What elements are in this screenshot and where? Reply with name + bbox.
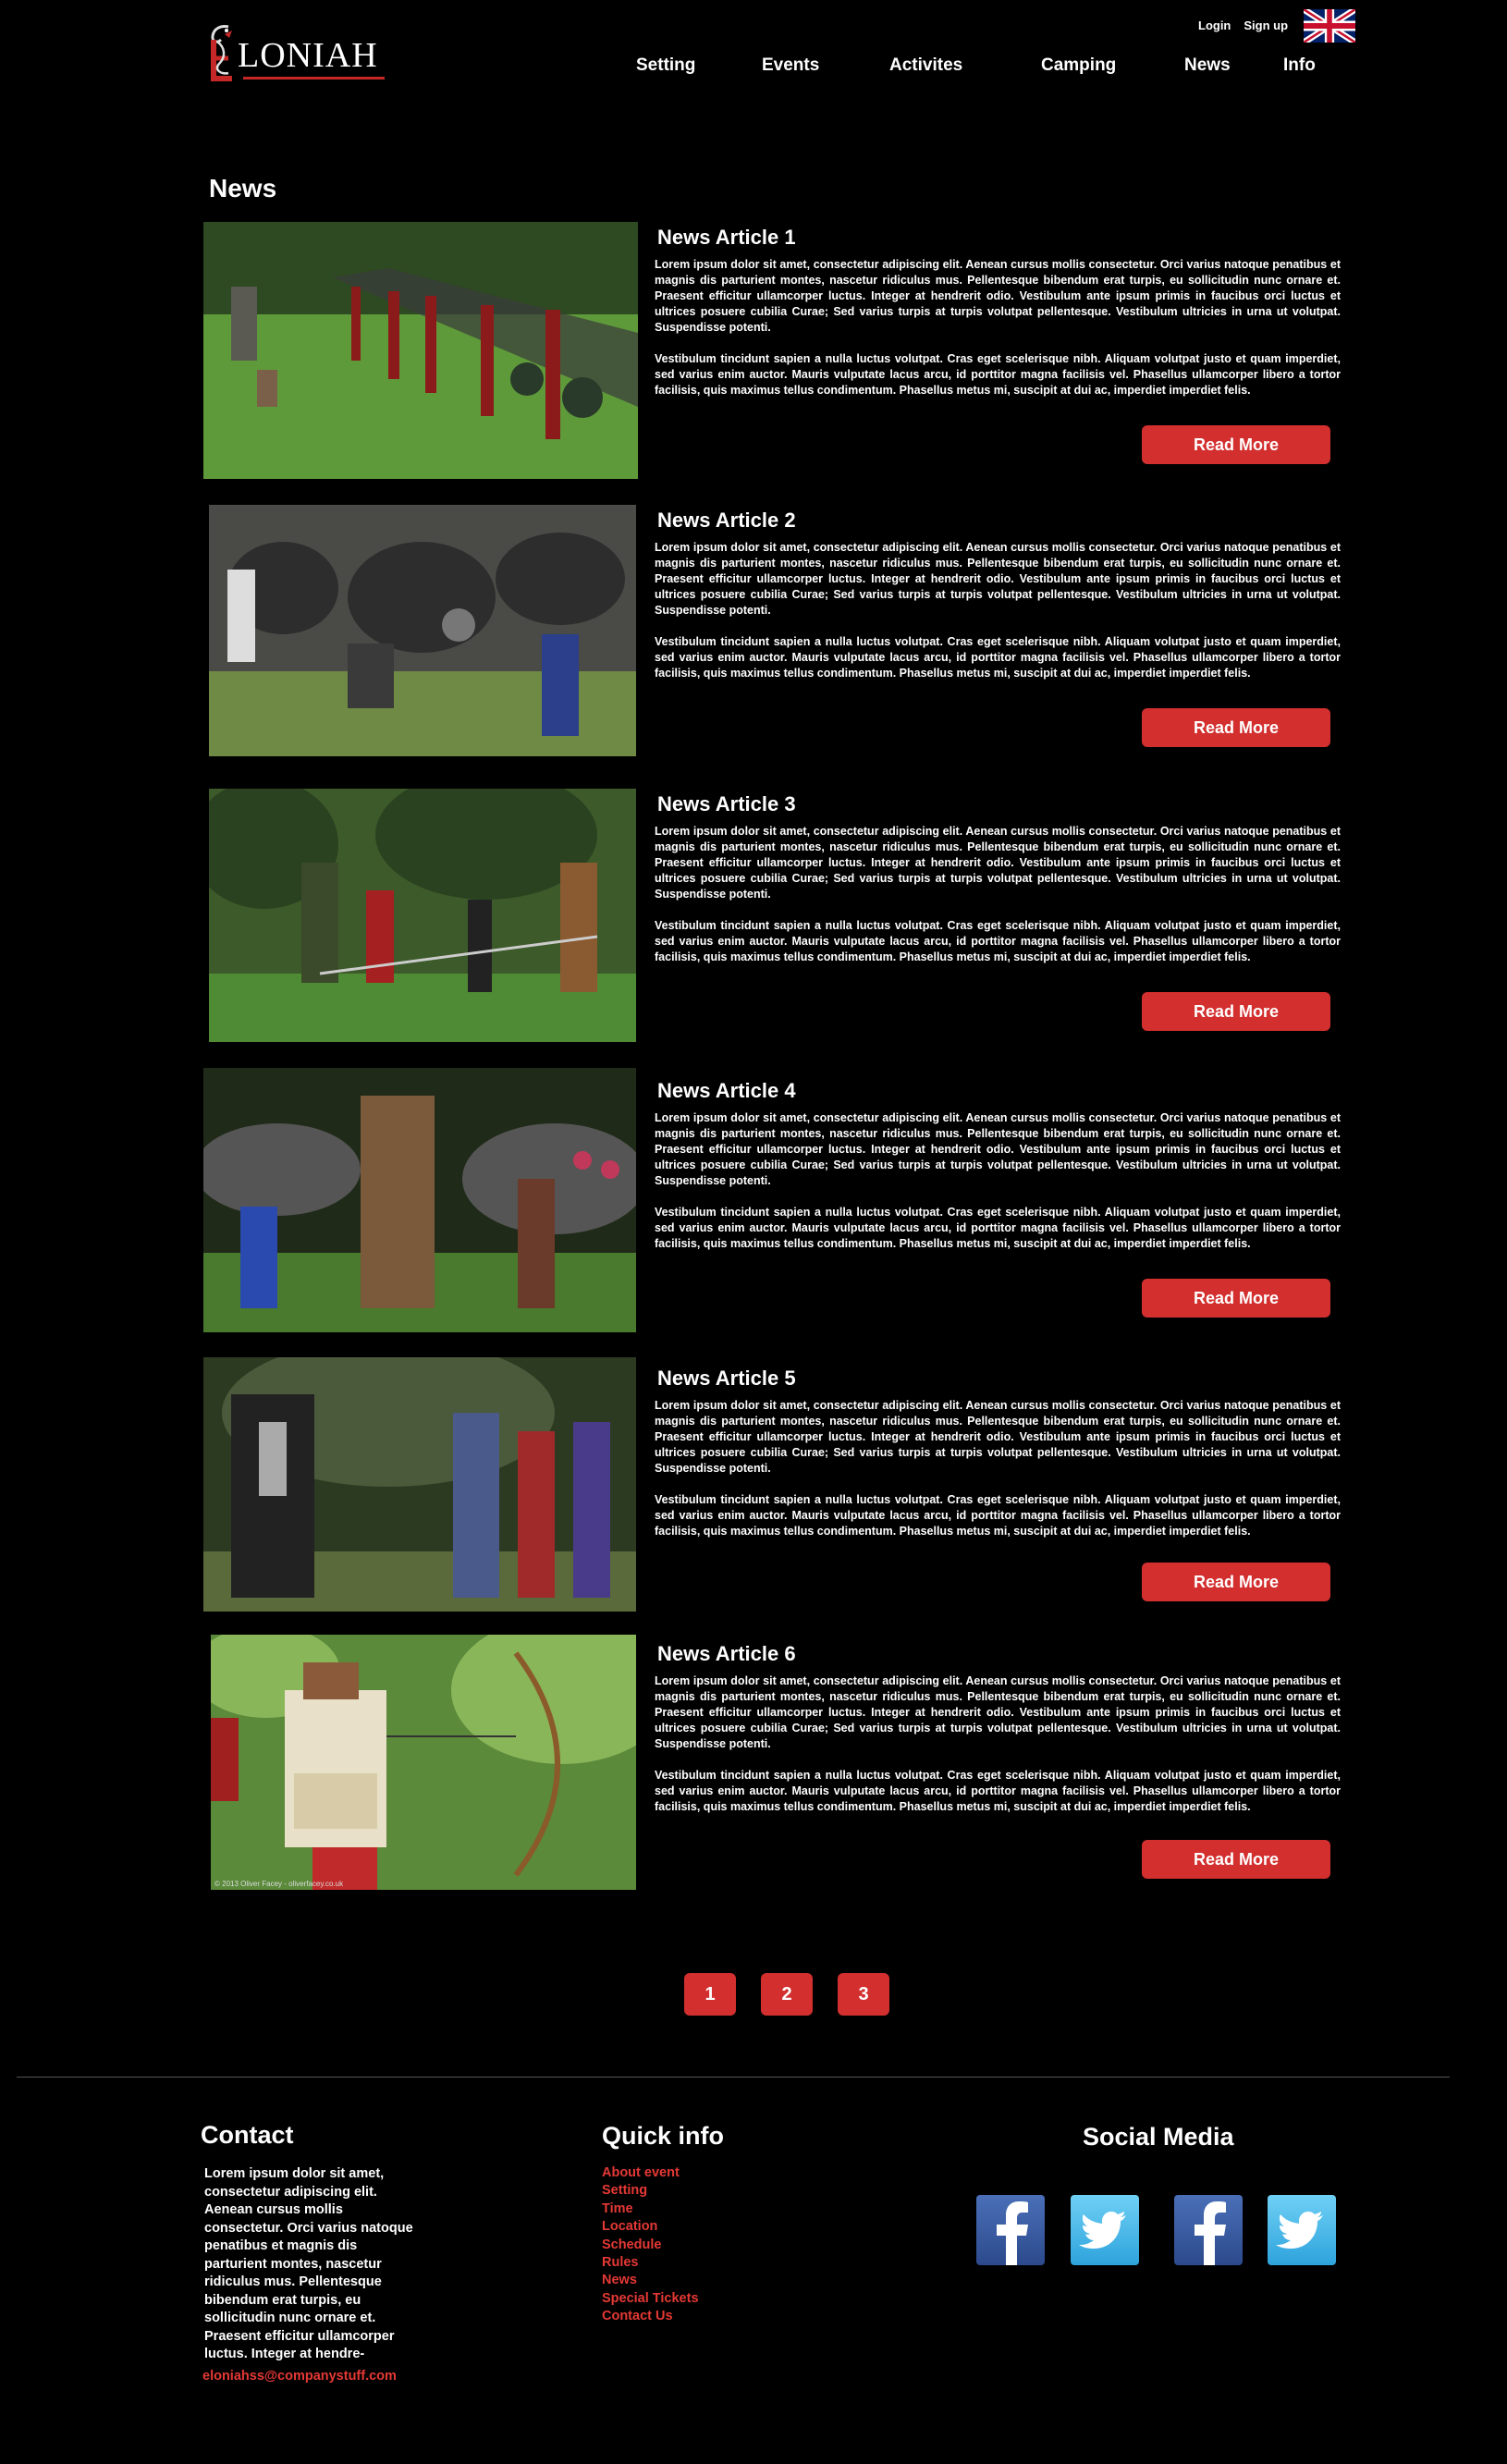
quick-link-about-event[interactable]: About event [602, 2164, 699, 2182]
article-title[interactable]: News Article 6 [657, 1642, 796, 1666]
footer-divider [17, 2077, 1450, 2078]
page-button-1[interactable]: 1 [684, 1973, 736, 2016]
twitter-icon[interactable] [1268, 2195, 1336, 2265]
quick-link-rules[interactable]: Rules [602, 2254, 699, 2272]
read-more-button[interactable]: Read More [1142, 1563, 1330, 1601]
article-paragraph: Lorem ipsum dolor sit amet, consectetur … [655, 1111, 1341, 1187]
article-paragraph: Vestibulum tincidunt sapien a nulla luct… [655, 919, 1341, 963]
quick-link-location[interactable]: Location [602, 2218, 699, 2236]
article-paragraph: Lorem ipsum dolor sit amet, consectetur … [655, 258, 1341, 334]
article-image[interactable] [209, 505, 636, 756]
nav-item-camping[interactable]: Camping [1041, 55, 1116, 76]
article-title[interactable]: News Article 1 [657, 226, 796, 250]
read-more-button[interactable]: Read More [1142, 1840, 1330, 1879]
quick-link-contact-us[interactable]: Contact Us [602, 2308, 699, 2325]
twitter-icon[interactable] [1071, 2195, 1139, 2265]
article-paragraph: Lorem ipsum dolor sit amet, consectetur … [655, 541, 1341, 617]
pagination: 1 2 3 [684, 1973, 889, 2016]
article-paragraph: Lorem ipsum dolor sit amet, consectetur … [655, 1674, 1341, 1750]
article-paragraph: Lorem ipsum dolor sit amet, consectetur … [655, 1399, 1341, 1475]
nav-item-activites[interactable]: Activites [889, 55, 962, 76]
quick-link-time[interactable]: Time [602, 2200, 699, 2218]
main-nav: Setting Events Activites Camping News In… [0, 55, 1507, 83]
article-title[interactable]: News Article 3 [657, 792, 796, 816]
read-more-button[interactable]: Read More [1142, 1279, 1330, 1318]
contact-email-link[interactable]: eloniahss@companystuff.com [202, 2369, 397, 2384]
read-more-button[interactable]: Read More [1142, 425, 1330, 464]
article-image[interactable] [209, 789, 636, 1042]
article-paragraph: Vestibulum tincidunt sapien a nulla luct… [655, 1769, 1341, 1813]
article-paragraph: Lorem ipsum dolor sit amet, consectetur … [655, 825, 1341, 901]
login-link[interactable]: Login [1198, 18, 1231, 32]
article-title[interactable]: News Article 5 [657, 1367, 796, 1391]
social-media-heading: Social Media [1083, 2123, 1234, 2151]
article-title[interactable]: News Article 4 [657, 1079, 796, 1103]
photo-credit: © 2013 Oliver Facey - oliverfacey.co.uk [214, 1880, 344, 1888]
nav-item-events[interactable]: Events [762, 55, 819, 76]
article-paragraph: Vestibulum tincidunt sapien a nulla luct… [655, 635, 1341, 680]
quick-link-schedule[interactable]: Schedule [602, 2237, 699, 2254]
read-more-button[interactable]: Read More [1142, 992, 1330, 1031]
read-more-button[interactable]: Read More [1142, 708, 1330, 747]
quick-link-news[interactable]: News [602, 2272, 699, 2289]
article-paragraph: Vestibulum tincidunt sapien a nulla luct… [655, 1493, 1341, 1538]
article-image[interactable] [203, 1357, 636, 1612]
nav-item-news[interactable]: News [1184, 55, 1231, 76]
article-paragraph: Vestibulum tincidunt sapien a nulla luct… [655, 1206, 1341, 1250]
article-image[interactable] [203, 1068, 636, 1332]
auth-links: Login Sign up [1198, 18, 1288, 32]
quick-info-list: About event Setting Time Location Schedu… [602, 2164, 699, 2326]
page-button-3[interactable]: 3 [838, 1973, 889, 2016]
quick-link-special-tickets[interactable]: Special Tickets [602, 2290, 699, 2308]
article-image[interactable] [203, 222, 638, 479]
nav-item-info[interactable]: Info [1283, 55, 1316, 76]
article-image[interactable]: © 2013 Oliver Facey - oliverfacey.co.uk [211, 1635, 636, 1890]
page-button-2[interactable]: 2 [761, 1973, 813, 2016]
facebook-icon[interactable] [976, 2195, 1045, 2265]
facebook-icon[interactable] [1174, 2195, 1243, 2265]
signup-link[interactable]: Sign up [1244, 18, 1288, 32]
article-paragraph: Vestibulum tincidunt sapien a nulla luct… [655, 352, 1341, 397]
uk-flag-icon[interactable] [1302, 6, 1357, 46]
nav-item-setting[interactable]: Setting [636, 55, 695, 76]
quick-link-setting[interactable]: Setting [602, 2182, 699, 2200]
page-title: News [209, 174, 277, 202]
contact-heading: Contact [201, 2121, 294, 2149]
quick-info-heading: Quick info [602, 2122, 725, 2150]
article-title[interactable]: News Article 2 [657, 509, 796, 533]
contact-text: Lorem ipsum dolor sit amet, consectetur … [204, 2166, 413, 2361]
